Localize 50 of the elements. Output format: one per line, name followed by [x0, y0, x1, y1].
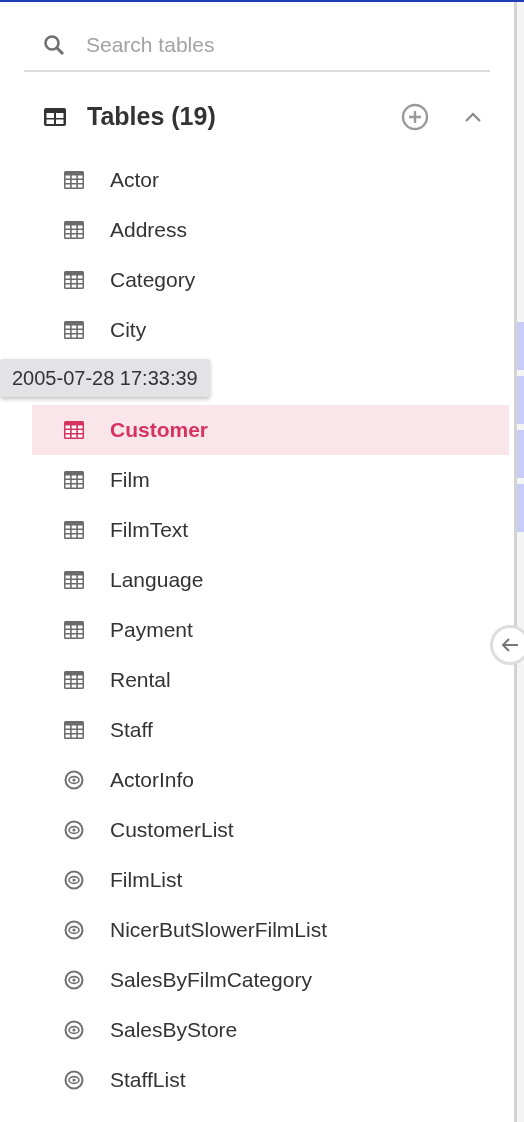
plus-circle-icon [401, 103, 429, 131]
table-icon [64, 621, 84, 639]
table-icon [64, 471, 84, 489]
table-icon [64, 221, 84, 239]
table-icon [64, 321, 84, 339]
chevron-icon [464, 111, 482, 123]
table-item[interactable]: Film [32, 455, 158, 505]
add-button[interactable] [401, 103, 429, 131]
section-title: Tables (19) [87, 101, 216, 133]
search-icon [42, 33, 66, 57]
table-cell [517, 322, 524, 370]
eye-icon [64, 1020, 84, 1040]
eye-icon [64, 1070, 84, 1090]
eye-icon [64, 770, 84, 790]
table-item[interactable]: Staff [32, 705, 161, 755]
view-item[interactable]: ActorInfo [32, 755, 203, 805]
table-item[interactable]: Payment [32, 605, 201, 655]
eye-icon [64, 870, 84, 890]
table-icon [64, 721, 84, 739]
eye-icon [64, 920, 84, 940]
table-item[interactable]: Actor [32, 155, 167, 205]
table-item[interactable]: City [32, 305, 155, 355]
view-item[interactable]: StaffList [32, 1055, 194, 1105]
eye-icon [64, 820, 84, 840]
table-item[interactable]: Customer [32, 405, 509, 455]
table-icon [64, 571, 84, 589]
table-cell [517, 376, 524, 424]
eye-icon [64, 970, 84, 990]
table-cell [517, 484, 524, 532]
table-item[interactable]: Rental [32, 655, 179, 705]
table-item[interactable]: Category [32, 255, 204, 305]
table-item[interactable]: Language [32, 555, 212, 605]
view-item[interactable]: SalesByStore [32, 1005, 246, 1055]
table-icon [64, 171, 84, 189]
collapse-button[interactable] [464, 111, 482, 123]
table-icon [64, 271, 84, 289]
view-item[interactable]: FilmList [32, 855, 191, 905]
view-item[interactable]: SalesByFilmCategory [32, 955, 320, 1005]
arrow-left-icon [500, 636, 520, 654]
table-item[interactable]: FilmText [32, 505, 197, 555]
view-item[interactable]: NicerButSlowerFilmList [32, 905, 336, 955]
table-item[interactable]: Address [32, 205, 196, 255]
collapse-sidebar-button[interactable] [490, 625, 524, 665]
table-icon [64, 421, 84, 439]
view-item[interactable]: CustomerList [32, 805, 242, 855]
table-icon [43, 107, 67, 127]
tooltip: 2005-07-28 17:33:39 [0, 359, 210, 397]
table-icon [64, 671, 84, 689]
table-icon [64, 521, 84, 539]
table-cell [517, 430, 524, 478]
